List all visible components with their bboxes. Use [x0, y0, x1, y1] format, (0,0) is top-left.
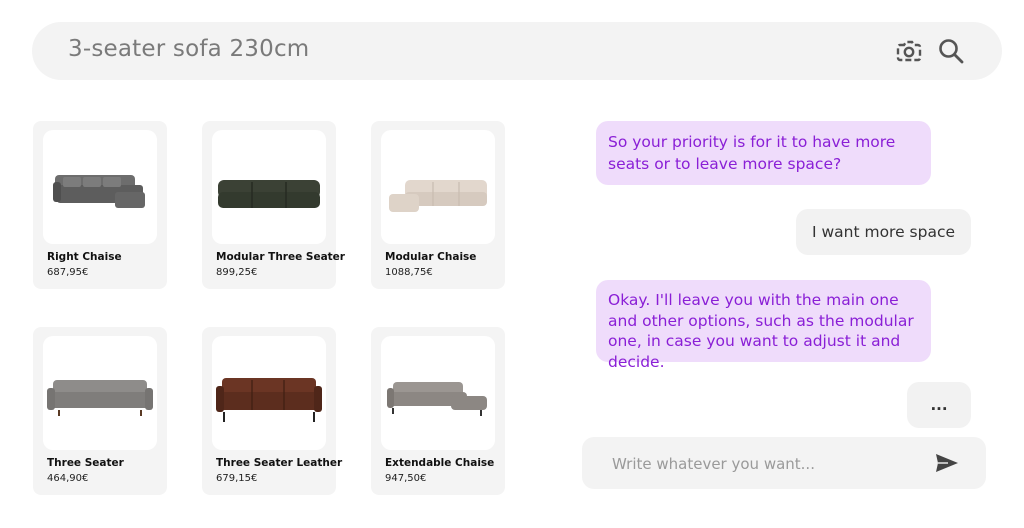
typing-indicator: ... [907, 382, 971, 428]
product-image [381, 130, 495, 244]
product-card[interactable]: Modular Three Seater 899,25€ [202, 121, 345, 289]
product-name: Three Seater [47, 457, 124, 469]
search-query[interactable]: 3-seater sofa 230cm [68, 36, 309, 62]
product-card[interactable]: Extendable Chaise 947,50€ [371, 327, 505, 495]
product-image [43, 130, 157, 244]
product-price: 679,15€ [216, 473, 258, 484]
product-price: 947,50€ [385, 473, 427, 484]
product-image [212, 336, 326, 450]
product-price: 899,25€ [216, 267, 258, 278]
assistant-message: Okay. I'll leave you with the main one a… [596, 280, 931, 371]
product-name: Three Seater Leather [216, 457, 343, 469]
product-name: Extendable Chaise [385, 457, 495, 469]
product-card[interactable]: Right Chaise 687,95€ [33, 121, 167, 289]
product-card[interactable]: Three Seater 464,90€ [33, 327, 167, 495]
message-composer[interactable] [582, 437, 986, 489]
product-card[interactable]: Three Seater Leather 679,15€ [202, 327, 342, 495]
product-name: Modular Chaise [385, 251, 477, 263]
product-image [43, 336, 157, 450]
user-message: I want more space [796, 209, 971, 255]
search-icon[interactable] [936, 36, 966, 66]
product-price: 464,90€ [47, 473, 89, 484]
product-price: 1088,75€ [385, 267, 433, 278]
product-image [381, 336, 495, 450]
product-card[interactable]: Modular Chaise 1088,75€ [371, 121, 505, 289]
camera-search-icon[interactable] [894, 36, 924, 66]
product-image [212, 130, 326, 244]
assistant-message: So your priority is for it to have more … [596, 121, 931, 185]
send-icon[interactable] [934, 451, 960, 475]
message-input[interactable] [610, 450, 934, 478]
product-name: Right Chaise [47, 251, 122, 263]
product-price: 687,95€ [47, 267, 89, 278]
search-bar[interactable]: 3-seater sofa 230cm [32, 22, 1002, 80]
product-name: Modular Three Seater [216, 251, 345, 263]
